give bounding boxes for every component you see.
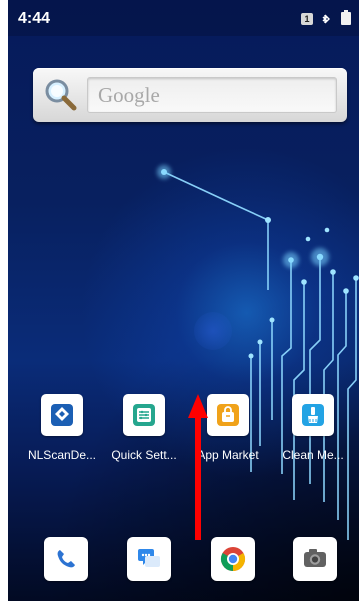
status-time: 4:44 [18,10,51,27]
dock-messages[interactable] [127,537,171,581]
search-icon [45,79,77,111]
status-bar: 4:44 1 [8,0,359,36]
google-search-widget[interactable]: Google [33,68,347,122]
app-label: Clean Me... [282,448,344,462]
nlscan-icon [41,394,83,436]
messages-icon [138,549,160,567]
chrome-icon [220,547,246,571]
clean-memory-icon [292,394,334,436]
app-quick-settings[interactable]: Quick Sett... [106,394,182,462]
bluetooth-icon [322,14,330,23]
search-input[interactable]: Google [87,77,337,113]
app-nlscan[interactable]: NLScanDe... [24,394,100,462]
search-placeholder: Google [98,83,160,107]
quick-settings-icon [123,394,165,436]
dock-phone[interactable] [44,537,88,581]
camera-icon [304,549,326,567]
swipe-up-arrow-icon [188,394,208,540]
home-screen: 4:44 1 Google NLScanDe... Quick Sett... … [8,0,359,601]
battery-icon [341,10,351,25]
dock-camera[interactable] [293,537,337,581]
app-label: NLScanDe... [27,448,97,462]
wallpaper-glow [194,312,232,350]
app-clean-memory[interactable]: Clean Me... [275,394,351,462]
dock-chrome[interactable] [211,537,255,581]
app-market-icon [207,394,249,436]
phone-icon [57,550,75,568]
status-icons: 1 [301,10,351,25]
app-label: Quick Sett... [111,448,177,462]
search-widget-inner: Google [33,68,347,122]
sim-icon: 1 [301,12,313,25]
